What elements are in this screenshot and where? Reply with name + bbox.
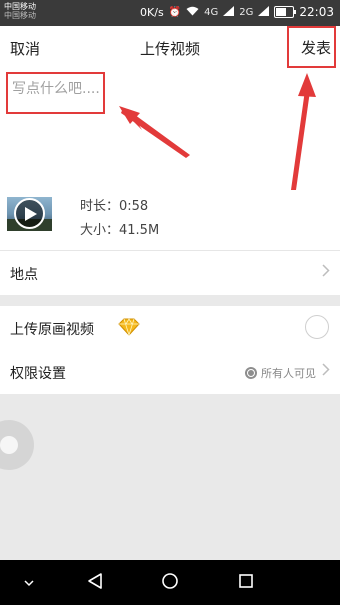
- arrow-publish: [291, 83, 311, 190]
- annotation-arrows: [119, 73, 316, 190]
